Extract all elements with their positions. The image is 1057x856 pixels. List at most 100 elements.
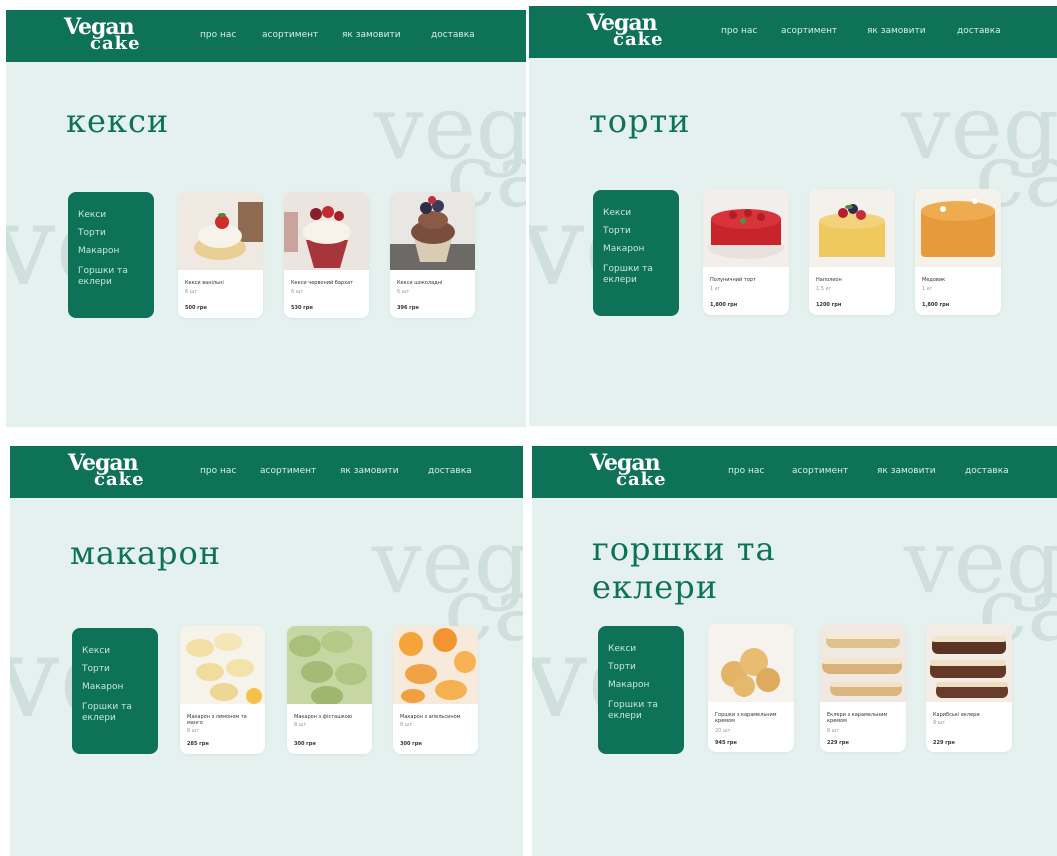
product-price: 1,800 грн	[710, 302, 738, 308]
nav-about[interactable]: про нас	[200, 466, 236, 476]
sidebar-item-pots-eclairs[interactable]: Горшки та еклери	[82, 702, 152, 724]
product-name: Макарон з фісташкою	[294, 714, 353, 720]
top-bar: Vegan cake про нас асортимент як замовит…	[532, 446, 1057, 498]
sidebar-item-cakes[interactable]: Торти	[78, 228, 148, 239]
category-sidebar: Кекси Торти Макарон Горшки та еклери	[68, 192, 154, 318]
nav-delivery[interactable]: доставка	[965, 466, 1009, 476]
sidebar-item-cupcakes[interactable]: Кекси	[78, 210, 148, 221]
napoleon-cake-icon	[809, 189, 895, 267]
panel-cupcakes: Vegan cake про нас асортимент як замовит…	[6, 10, 526, 427]
sidebar-item-macarons[interactable]: Макарон	[78, 246, 148, 257]
nav-assortment[interactable]: асортимент	[792, 466, 848, 476]
nav-assortment[interactable]: асортимент	[781, 26, 837, 36]
logo[interactable]: Vegan cake	[590, 450, 674, 496]
product-card[interactable]: Макарон з апельсином 8 шт 300 грн	[393, 626, 478, 754]
product-price: 1,800 грн	[922, 302, 950, 308]
sidebar-item-macarons[interactable]: Макарон	[608, 680, 678, 691]
product-qty: 1 кг	[922, 286, 933, 292]
product-price: 300 грн	[294, 741, 316, 747]
nav-about[interactable]: про нас	[721, 26, 757, 36]
product-card[interactable]: Медовик 1 кг 1,800 грн	[915, 189, 1001, 315]
logo-text-bottom: cake	[94, 469, 145, 490]
product-price: 285 грн	[187, 741, 209, 747]
product-name: Еклери з карамельним кремом	[827, 712, 888, 724]
product-price: 945 грн	[715, 740, 737, 746]
sidebar-item-cupcakes[interactable]: Кекси	[603, 208, 673, 219]
product-qty: 6 шт	[291, 289, 304, 295]
sidebar-item-macarons[interactable]: Макарон	[82, 682, 152, 693]
logo-text-bottom: cake	[613, 29, 664, 50]
nav-how-to-order[interactable]: як замовити	[867, 26, 926, 36]
product-name: Кекси шоколадні	[397, 280, 443, 286]
product-card[interactable]: Кекси шоколадні 6 шт 396 грн	[390, 192, 475, 318]
lemon-macaron-icon	[180, 626, 265, 704]
sidebar-item-cupcakes[interactable]: Кекси	[608, 644, 678, 655]
category-sidebar: Кекси Торти Макарон Горшки та еклери	[72, 628, 158, 754]
nav-how-to-order[interactable]: як замовити	[877, 466, 936, 476]
nav-delivery[interactable]: доставка	[957, 26, 1001, 36]
logo[interactable]: Vegan cake	[587, 10, 671, 56]
sidebar-item-macarons[interactable]: Макарон	[603, 244, 673, 255]
nav-how-to-order[interactable]: як замовити	[340, 466, 399, 476]
product-qty: 1 кг	[710, 286, 721, 292]
product-price: 1200 грн	[816, 302, 842, 308]
product-card[interactable]: Еклери з карамельним кремом 8 шт 229 грн	[820, 624, 906, 752]
product-price: 530 грн	[291, 305, 313, 311]
category-sidebar: Кекси Торти Макарон Горшки та еклери	[598, 626, 684, 754]
product-name: Макарон з лимоном та манго	[187, 714, 247, 726]
product-qty: 6 шт	[185, 289, 198, 295]
top-bar: Vegan cake про нас асортимент як замовит…	[10, 446, 523, 498]
product-qty: 8 шт	[933, 720, 946, 726]
eclair-icon	[820, 624, 906, 702]
nav-assortment[interactable]: асортимент	[262, 30, 318, 40]
nav-delivery[interactable]: доставка	[431, 30, 475, 40]
top-bar: Vegan cake про нас асортимент як замовит…	[529, 6, 1057, 58]
product-card[interactable]: Горшки з карамельним кремом 20 шт 945 гр…	[708, 624, 794, 752]
top-bar: Vegan cake про нас асортимент як замовит…	[6, 10, 526, 62]
logo[interactable]: Vegan cake	[68, 450, 152, 496]
product-name: Медовик	[922, 277, 946, 283]
product-name: Полуничний торт	[710, 277, 756, 283]
category-sidebar: Кекси Торти Макарон Горшки та еклери	[593, 190, 679, 316]
sidebar-item-pots-eclairs[interactable]: Горшки та еклери	[608, 700, 678, 722]
honey-cake-icon	[915, 189, 1001, 267]
product-card[interactable]: Полуничний торт 1 кг 1,800 грн	[703, 189, 789, 315]
strawberry-cake-icon	[703, 189, 789, 267]
nav-about[interactable]: про нас	[728, 466, 764, 476]
sidebar-item-pots-eclairs[interactable]: Горшки та еклери	[78, 266, 148, 288]
red-velvet-cupcake-icon	[284, 192, 369, 270]
panel-pots-eclairs: Vegan cake про нас асортимент як замовит…	[532, 446, 1057, 856]
logo-text-bottom: cake	[90, 33, 141, 54]
product-card[interactable]: Кекси ванільні 6 шт 500 грн	[178, 192, 263, 318]
sidebar-item-cupcakes[interactable]: Кекси	[82, 646, 152, 657]
panel-macarons: Vegan cake про нас асортимент як замовит…	[10, 446, 523, 856]
product-price: 229 грн	[827, 740, 849, 746]
sidebar-item-cakes[interactable]: Торти	[603, 226, 673, 237]
sidebar-item-cakes[interactable]: Торти	[82, 664, 152, 675]
nav-delivery[interactable]: доставка	[428, 466, 472, 476]
nav-assortment[interactable]: асортимент	[260, 466, 316, 476]
vanilla-cupcake-icon	[178, 192, 263, 270]
nav-how-to-order[interactable]: як замовити	[342, 30, 401, 40]
sidebar-item-cakes[interactable]: Торти	[608, 662, 678, 673]
product-qty: 6 шт	[397, 289, 410, 295]
product-price: 300 грн	[400, 741, 422, 747]
product-qty: 1,5 кг	[816, 286, 832, 292]
logo[interactable]: Vegan cake	[64, 14, 148, 60]
product-card[interactable]: Кекси червоний бархат 6 шт 530 грн	[284, 192, 369, 318]
product-name: Наполеон	[816, 277, 842, 283]
sidebar-item-pots-eclairs[interactable]: Горшки та еклери	[603, 264, 673, 286]
product-price: 229 грн	[933, 740, 955, 746]
product-card[interactable]: Макарон з фісташкою 8 шт 300 грн	[287, 626, 372, 754]
page-title: макарон	[70, 534, 222, 572]
product-qty: 8 шт	[827, 728, 840, 734]
product-card[interactable]: Карибські еклери 8 шт 229 грн	[926, 624, 1012, 752]
product-name: Кекси ванільні	[185, 280, 224, 286]
product-card[interactable]: Макарон з лимоном та манго 8 шт 285 грн	[180, 626, 265, 754]
product-qty: 8 шт	[187, 728, 200, 734]
nav-about[interactable]: про нас	[200, 30, 236, 40]
product-qty: 8 шт	[400, 722, 413, 728]
product-card[interactable]: Наполеон 1,5 кг 1200 грн	[809, 189, 895, 315]
product-qty: 20 шт	[715, 728, 731, 734]
pistachio-macaron-icon	[287, 626, 372, 704]
